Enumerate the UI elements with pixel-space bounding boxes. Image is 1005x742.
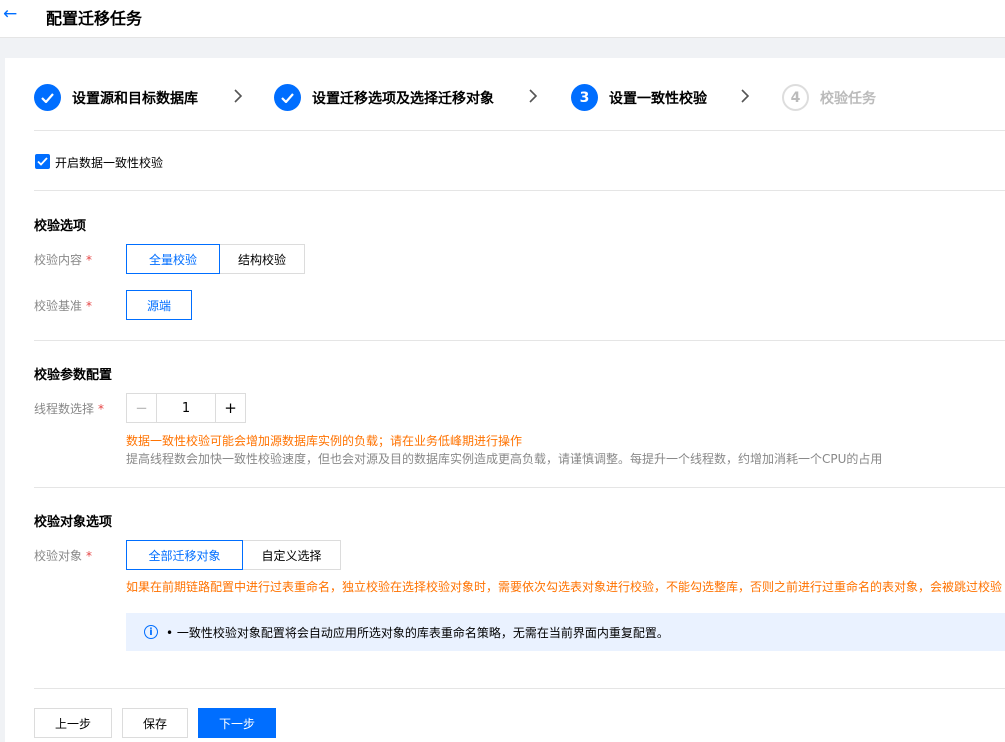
page-title: 配置迁移任务	[46, 9, 143, 28]
field-label-content: 校验内容 *	[34, 253, 93, 267]
plus-button[interactable]: +	[215, 394, 245, 422]
step-2: 设置迁移选项及选择迁移对象	[274, 84, 494, 111]
info-box: i • 一致性校验对象配置将会自动应用所选对象的库表重命名策略，无需在当前界面内…	[126, 613, 1005, 651]
divider	[34, 487, 1005, 488]
save-button[interactable]: 保存	[122, 708, 188, 738]
seg-structure-check[interactable]: 结构校验	[219, 244, 305, 274]
config-card: 设置源和目标数据库 设置迁移选项及选择迁移对象 3 设置一致性校验 4 校验任务…	[5, 58, 1005, 742]
divider	[34, 190, 1005, 191]
enable-check-label: 开启数据一致性校验	[55, 156, 164, 170]
section-title-check-options: 校验选项	[34, 219, 87, 234]
chevron-right-icon	[527, 86, 539, 106]
field-label-objects: 校验对象 *	[34, 549, 93, 563]
check-icon	[274, 84, 301, 111]
objects-warning: 如果在前期链路配置中进行过表重命名，独立校验在选择校验对象时，需要依次勾选表对象…	[126, 580, 1003, 594]
chevron-right-icon	[739, 86, 751, 106]
required-mark: *	[86, 549, 93, 563]
seg-full-check[interactable]: 全量校验	[126, 244, 220, 274]
step-1: 设置源和目标数据库	[34, 84, 198, 111]
threads-hint: 提高线程数会加快一致性校验速度，但也会对源及目的数据库实例造成更高负载，请谨慎调…	[126, 452, 883, 466]
field-label-baseline: 校验基准 *	[34, 299, 93, 313]
step-label: 校验任务	[820, 90, 876, 107]
step-3: 3 设置一致性校验	[571, 84, 707, 111]
divider	[34, 130, 1005, 131]
enable-check-checkbox[interactable]	[35, 154, 50, 169]
check-icon	[34, 84, 61, 111]
next-button[interactable]: 下一步	[198, 708, 276, 738]
threads-warning: 数据一致性校验可能会增加源数据库实例的负载；请在业务低峰期进行操作	[126, 434, 523, 448]
seg-source[interactable]: 源端	[126, 290, 192, 320]
top-bar: ← 配置迁移任务	[0, 0, 1005, 38]
step-number: 3	[571, 84, 598, 111]
section-title-objects: 校验对象选项	[34, 515, 113, 530]
required-mark: *	[86, 299, 93, 313]
step-label: 设置迁移选项及选择迁移对象	[312, 90, 494, 107]
chevron-right-icon	[232, 86, 244, 106]
required-mark: *	[98, 402, 105, 416]
section-title-params: 校验参数配置	[34, 368, 113, 383]
threads-value[interactable]: 1	[157, 394, 215, 422]
step-label: 设置源和目标数据库	[72, 90, 198, 107]
divider	[34, 688, 1005, 689]
minus-button[interactable]: −	[127, 394, 157, 422]
field-label-threads: 线程数选择 *	[34, 402, 105, 416]
back-arrow-icon[interactable]: ←	[3, 4, 17, 24]
info-icon: i	[144, 625, 158, 639]
info-text: • 一致性校验对象配置将会自动应用所选对象的库表重命名策略，无需在当前界面内重复…	[166, 625, 669, 640]
required-mark: *	[86, 253, 93, 267]
divider	[34, 340, 1005, 341]
step-4: 4 校验任务	[782, 84, 876, 111]
seg-custom-select[interactable]: 自定义选择	[242, 540, 341, 570]
seg-all-objects[interactable]: 全部迁移对象	[126, 540, 243, 570]
step-number: 4	[782, 84, 809, 111]
step-label: 设置一致性校验	[609, 90, 707, 107]
prev-button[interactable]: 上一步	[34, 708, 112, 738]
threads-stepper: − 1 +	[126, 393, 246, 423]
